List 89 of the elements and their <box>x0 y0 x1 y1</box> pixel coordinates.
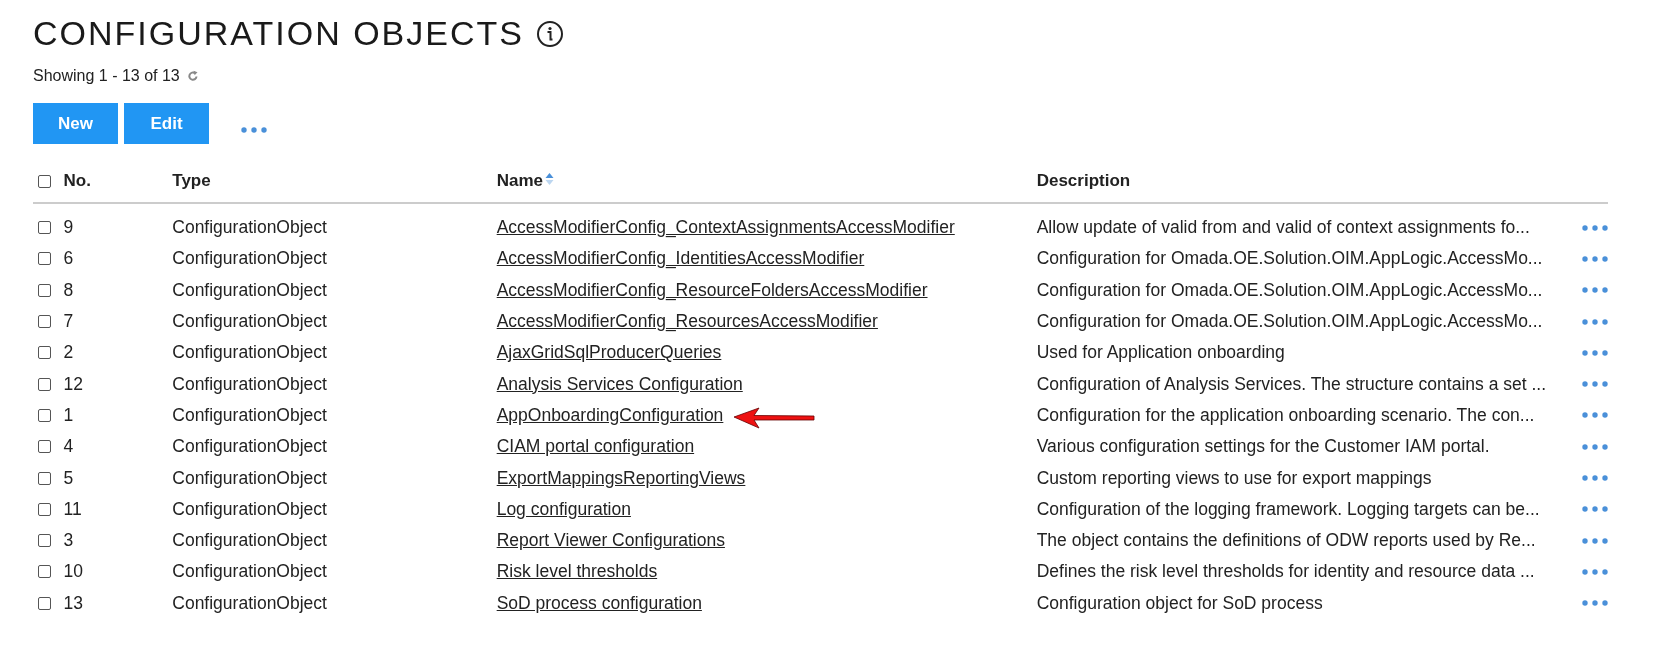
row-actions-icon[interactable] <box>1582 537 1608 544</box>
number-cell: 1 <box>63 404 74 425</box>
name-link[interactable]: CIAM portal configuration <box>496 436 695 458</box>
description-cell: Configuration for Omada.OE.Solution.OIM.AppLogic.AccessMo... <box>1036 311 1543 332</box>
row-actions-icon[interactable] <box>1582 475 1608 481</box>
column-header[interactable]: No. <box>63 171 91 191</box>
number-cell: 12 <box>63 373 83 394</box>
name-link[interactable]: AppOnboardingConfiguration <box>496 404 724 426</box>
number-cell: 8 <box>63 279 74 300</box>
row-checkbox[interactable] <box>38 315 51 329</box>
number-cell: 10 <box>63 561 83 582</box>
page-title: CONFIGURATION OBJECTS <box>33 14 524 53</box>
sort-icon[interactable] <box>544 172 554 186</box>
row-checkbox[interactable] <box>38 440 51 454</box>
number-cell: 9 <box>63 217 74 238</box>
description-cell: The object contains the definitions of ODW reports used by Re... <box>1036 530 1536 551</box>
number-cell: 4 <box>63 436 74 457</box>
number-cell: 5 <box>63 467 74 488</box>
row-actions-icon[interactable] <box>1582 412 1608 419</box>
name-link[interactable]: Risk level thresholds <box>496 561 658 583</box>
type-cell: ConfigurationObject <box>172 561 327 582</box>
name-link[interactable]: SoD process configuration <box>496 592 702 614</box>
description-cell: Custom reporting views to use for export mappings <box>1036 467 1432 488</box>
type-cell: ConfigurationObject <box>172 592 327 613</box>
name-link[interactable]: AjaxGridSqlProducerQueries <box>496 342 722 364</box>
description-cell: Configuration for Omada.OE.Solution.OIM.AppLogic.AccessMo... <box>1036 279 1543 300</box>
row-actions-icon[interactable] <box>1582 255 1608 262</box>
row-checkbox[interactable] <box>38 596 51 610</box>
type-cell: ConfigurationObject <box>172 467 327 488</box>
name-link[interactable]: AccessModifierConfig_IdentitiesAccessModifier <box>496 248 865 270</box>
description-cell: Used for Application onboarding <box>1036 342 1285 363</box>
row-checkbox[interactable] <box>38 221 51 235</box>
row-actions-icon[interactable] <box>1582 381 1608 388</box>
column-header[interactable]: Name <box>496 171 543 191</box>
description-cell: Configuration object for SoD process <box>1036 592 1323 613</box>
column-header[interactable]: Type <box>172 171 211 191</box>
name-link[interactable]: AccessModifierConfig_ContextAssignmentsAccessModifier <box>496 217 955 239</box>
type-cell: ConfigurationObject <box>172 248 327 269</box>
name-link[interactable]: ExportMappingsReportingViews <box>496 467 746 489</box>
number-cell: 3 <box>63 530 74 551</box>
row-actions-icon[interactable] <box>1582 443 1608 450</box>
row-checkbox[interactable] <box>38 283 51 297</box>
name-link[interactable]: AccessModifierConfig_ResourcesAccessModifier <box>496 311 878 333</box>
row-actions-icon[interactable] <box>1582 224 1608 231</box>
info-icon[interactable] <box>535 19 564 48</box>
row-checkbox[interactable] <box>38 252 51 266</box>
number-cell: 13 <box>63 592 83 613</box>
row-checkbox[interactable] <box>38 565 51 579</box>
row-checkbox[interactable] <box>38 408 51 422</box>
more-icon[interactable] <box>241 126 267 133</box>
select-all-checkbox[interactable] <box>38 174 51 188</box>
description-cell: Configuration of the logging framework. Logging targets can be... <box>1036 498 1540 519</box>
name-link[interactable]: Log configuration <box>496 498 631 520</box>
number-cell: 11 <box>63 498 82 519</box>
row-checkbox[interactable] <box>38 346 51 360</box>
row-actions-icon[interactable] <box>1582 600 1608 607</box>
type-cell: ConfigurationObject <box>172 373 327 394</box>
row-checkbox[interactable] <box>38 534 51 548</box>
row-actions-icon[interactable] <box>1582 318 1608 325</box>
refresh-icon[interactable] <box>186 70 199 82</box>
row-checkbox[interactable] <box>38 471 51 485</box>
type-cell: ConfigurationObject <box>172 530 327 551</box>
description-cell: Defines the risk level thresholds for identity and resource data ... <box>1036 561 1535 582</box>
row-actions-icon[interactable] <box>1582 287 1608 294</box>
number-cell: 6 <box>63 248 74 269</box>
type-cell: ConfigurationObject <box>172 498 327 519</box>
type-cell: ConfigurationObject <box>172 279 327 300</box>
type-cell: ConfigurationObject <box>172 217 327 238</box>
description-cell: Allow update of valid from and valid of context assignments fo... <box>1036 217 1530 238</box>
row-checkbox[interactable] <box>38 377 51 391</box>
number-cell: 2 <box>63 342 74 363</box>
description-cell: Configuration for Omada.OE.Solution.OIM.AppLogic.AccessMo... <box>1036 248 1543 269</box>
number-cell: 7 <box>63 311 74 332</box>
type-cell: ConfigurationObject <box>172 311 327 332</box>
row-actions-icon[interactable] <box>1582 349 1608 356</box>
name-link[interactable]: AccessModifierConfig_ResourceFoldersAccessModifier <box>496 279 928 301</box>
name-link[interactable]: Report Viewer Configurations <box>496 530 725 552</box>
type-cell: ConfigurationObject <box>172 342 327 363</box>
row-actions-icon[interactable] <box>1582 506 1608 513</box>
column-header[interactable]: Description <box>1036 171 1131 191</box>
type-cell: ConfigurationObject <box>172 404 327 425</box>
row-actions-icon[interactable] <box>1582 568 1608 575</box>
record-count: Showing 1 - 13 of 13 <box>33 67 180 85</box>
description-cell: Various configuration settings for the Customer IAM portal. <box>1036 436 1490 457</box>
name-link[interactable]: Analysis Services Configuration <box>496 373 743 395</box>
type-cell: ConfigurationObject <box>172 436 327 457</box>
row-checkbox[interactable] <box>38 502 51 516</box>
description-cell: Configuration for the application onboarding scenario. The con... <box>1036 404 1535 425</box>
description-cell: Configuration of Analysis Services. The structure contains a set ... <box>1036 373 1547 394</box>
